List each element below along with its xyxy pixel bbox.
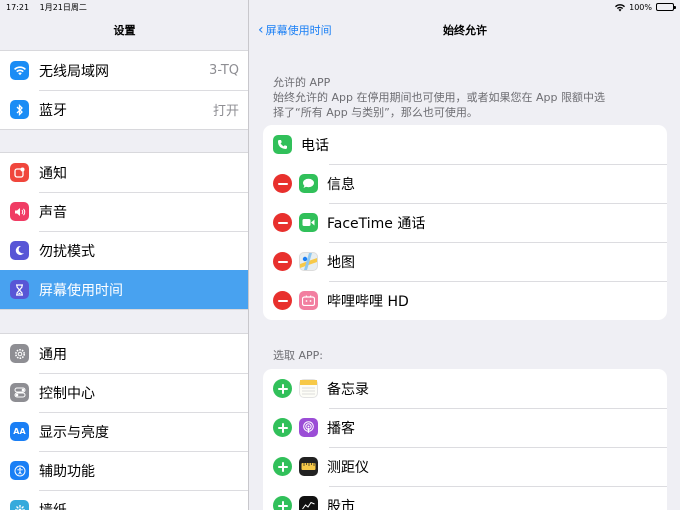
maps-icon xyxy=(299,252,318,271)
sidebar-item-label: 勿扰模式 xyxy=(39,243,95,260)
wifi-status-icon xyxy=(615,3,626,11)
settings-group-alerts: 通知 声音 勿扰模式 屏幕使用时间 xyxy=(0,152,248,310)
sidebar-item-label: 通用 xyxy=(39,346,67,363)
sidebar-item-value: 3-TQ xyxy=(209,63,239,78)
app-label: 播客 xyxy=(327,420,355,437)
list-item: 测距仪 xyxy=(263,447,667,486)
sidebar-item-wifi[interactable]: 无线局域网 3-TQ xyxy=(0,51,248,90)
notes-icon xyxy=(299,379,318,398)
sidebar-item-notifications[interactable]: 通知 xyxy=(0,153,248,192)
allowed-header-text: 允许的 APP xyxy=(273,76,331,89)
sidebar-item-label: 辅助功能 xyxy=(39,463,95,480)
gear-icon xyxy=(10,344,29,363)
status-time: 17:21 xyxy=(6,2,30,12)
list-item: 股市 xyxy=(263,486,667,510)
bilibili-icon xyxy=(299,291,318,310)
add-app-button[interactable] xyxy=(273,418,292,437)
allowed-desc-line-1: 始终允许的 App 在停用期间也可使用，或者如果您在 App 限额中选 xyxy=(273,91,605,104)
sidebar-item-label: 声音 xyxy=(39,204,67,221)
sound-icon xyxy=(10,202,29,221)
sidebar-item-accessibility[interactable]: 辅助功能 xyxy=(0,451,248,490)
messages-icon xyxy=(299,174,318,193)
status-bar: 17:21 1月21日周二 100% xyxy=(0,0,680,14)
phone-icon xyxy=(273,135,292,154)
list-item: 哔哩哔哩 HD xyxy=(263,281,667,320)
app-label: 哔哩哔哩 HD xyxy=(327,293,409,310)
remove-app-button[interactable] xyxy=(273,213,292,232)
podcasts-icon xyxy=(299,418,318,437)
sidebar-item-label: 蓝牙 xyxy=(39,102,67,119)
status-date: 1月21日周二 xyxy=(39,2,87,12)
page-title: 始终允许 xyxy=(443,24,487,37)
allowed-apps-list: 电话 信息 FaceTime 通话 地图 哔哩哔哩 HD xyxy=(263,125,667,320)
hourglass-icon xyxy=(10,280,29,299)
app-label: 地图 xyxy=(327,254,355,271)
wifi-icon xyxy=(10,61,29,80)
accessibility-icon xyxy=(10,461,29,480)
wallpaper-icon xyxy=(10,500,29,510)
sidebar-item-control-center[interactable]: 控制中心 xyxy=(0,373,248,412)
choose-apps-list: 备忘录 播客 测距仪 股市 xyxy=(263,369,667,510)
sidebar-item-sounds[interactable]: 声音 xyxy=(0,192,248,231)
list-item: 备忘录 xyxy=(263,369,667,408)
add-app-button[interactable] xyxy=(273,379,292,398)
display-icon: AA xyxy=(10,422,29,441)
sidebar-item-screen-time[interactable]: 屏幕使用时间 xyxy=(0,270,248,309)
detail-nav-bar: ‹ 屏幕使用时间 始终允许 xyxy=(250,14,680,46)
list-item: 信息 xyxy=(263,164,667,203)
sidebar-item-bluetooth[interactable]: 蓝牙 打开 xyxy=(0,90,248,129)
facetime-icon xyxy=(299,213,318,232)
sidebar-item-value: 打开 xyxy=(212,104,239,119)
app-label: 电话 xyxy=(301,137,329,154)
settings-group-general: 通用 控制中心 AA 显示与亮度 辅助功能 墙纸 xyxy=(0,333,248,510)
app-label: 测距仪 xyxy=(327,459,369,476)
sidebar-item-general[interactable]: 通用 xyxy=(0,334,248,373)
app-label: 股市 xyxy=(327,498,355,510)
add-app-button[interactable] xyxy=(273,496,292,510)
list-item: 地图 xyxy=(263,242,667,281)
choose-apps-header: 选取 APP: xyxy=(273,349,323,362)
app-label: 备忘录 xyxy=(327,381,369,398)
status-left: 17:21 1月21日周二 xyxy=(6,2,95,13)
list-item: FaceTime 通话 xyxy=(263,203,667,242)
sidebar-item-wallpaper[interactable]: 墙纸 xyxy=(0,490,248,510)
sidebar-item-label: 无线局域网 xyxy=(39,63,109,80)
list-item: 播客 xyxy=(263,408,667,447)
allowed-apps-header: 允许的 APP 始终允许的 App 在停用期间也可使用，或者如果您在 App 限… xyxy=(273,75,605,120)
sidebar-item-label: 控制中心 xyxy=(39,385,95,402)
sidebar-item-do-not-disturb[interactable]: 勿扰模式 xyxy=(0,231,248,270)
add-app-button[interactable] xyxy=(273,457,292,476)
sidebar-item-label: 通知 xyxy=(39,165,67,182)
app-label: 信息 xyxy=(327,176,355,193)
sidebar-item-display[interactable]: AA 显示与亮度 xyxy=(0,412,248,451)
battery-percent: 100% xyxy=(629,2,652,12)
stocks-icon xyxy=(299,496,318,510)
status-right: 100% xyxy=(615,2,676,12)
allowed-desc-line-2: 择了“所有 App 与类别”，那么也可使用。 xyxy=(273,106,478,119)
sidebar-item-label: 显示与亮度 xyxy=(39,424,109,441)
notifications-icon xyxy=(10,163,29,182)
bluetooth-icon xyxy=(10,100,29,119)
moon-icon xyxy=(10,241,29,260)
remove-app-button[interactable] xyxy=(273,174,292,193)
remove-app-button[interactable] xyxy=(273,252,292,271)
always-allowed-pane: ‹ 屏幕使用时间 始终允许 允许的 APP 始终允许的 App 在停用期间也可使… xyxy=(250,0,680,510)
app-label: FaceTime 通话 xyxy=(327,215,426,232)
battery-icon xyxy=(656,3,676,11)
remove-app-button[interactable] xyxy=(273,291,292,310)
settings-title: 设置 xyxy=(113,24,136,37)
settings-group-connectivity: 无线局域网 3-TQ 蓝牙 打开 xyxy=(0,50,248,130)
sidebar-item-label: 墙纸 xyxy=(39,500,248,510)
sidebar-item-label: 屏幕使用时间 xyxy=(39,282,123,299)
list-item: 电话 xyxy=(263,125,667,164)
settings-sidebar: 设置 无线局域网 3-TQ 蓝牙 打开 通知 声音 勿扰模式 屏幕使用时间 通用… xyxy=(0,0,249,510)
switches-icon xyxy=(10,383,29,402)
measure-icon xyxy=(299,457,318,476)
